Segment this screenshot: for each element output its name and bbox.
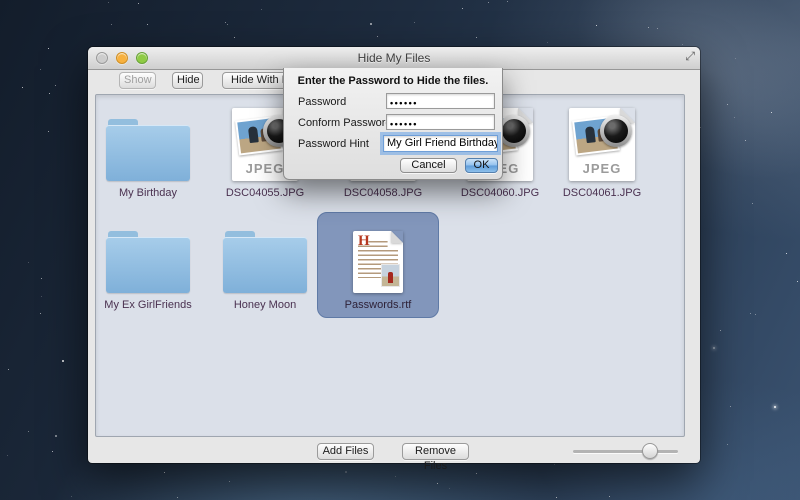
file-name-label: Passwords.rtf xyxy=(345,299,412,312)
conform-password-label: Conform Password xyxy=(298,117,392,129)
show-button[interactable]: Show xyxy=(119,72,156,89)
icon-size-slider-knob[interactable] xyxy=(642,443,658,459)
password-hint-value: My Girl Friend Birthday xyxy=(387,137,498,149)
fullscreen-icon[interactable]: ⤢ xyxy=(685,49,695,64)
password-label: Password xyxy=(298,96,346,108)
remove-files-button[interactable]: Remove Files xyxy=(402,443,469,460)
add-files-button[interactable]: Add Files xyxy=(317,443,374,460)
cancel-button[interactable]: Cancel xyxy=(400,158,457,173)
ok-button[interactable]: OK xyxy=(465,158,498,173)
camera-lens-icon xyxy=(600,115,632,147)
folder-icon xyxy=(223,231,307,293)
file-item[interactable]: JPEG DSC04061.JPG xyxy=(546,108,658,200)
file-name-label: DSC04058.JPG xyxy=(344,187,422,200)
title-bar[interactable]: Hide My Files ⤢ xyxy=(88,47,700,70)
file-name-label: My Birthday xyxy=(119,187,177,200)
sheet-title: Enter the Password to Hide the files. xyxy=(284,75,502,87)
folder-icon xyxy=(106,231,190,293)
folder-icon xyxy=(106,119,190,181)
file-item[interactable]: My Ex GirlFriends xyxy=(92,225,204,312)
file-name-label: DSC04055.JPG xyxy=(226,187,304,200)
jpeg-file-icon: JPEG xyxy=(569,108,635,181)
file-item[interactable]: My Birthday xyxy=(92,108,204,200)
file-name-label: My Ex GirlFriends xyxy=(104,299,191,312)
password-hint-input[interactable]: My Girl Friend Birthday xyxy=(383,135,498,152)
file-name-label: DSC04061.JPG xyxy=(563,187,641,200)
page-fold-icon xyxy=(391,231,403,243)
rtf-file-icon: H xyxy=(353,231,403,293)
icon-size-slider-track[interactable] xyxy=(573,450,678,453)
desktop: Hide My Files ⤢ Show Hide Hide With Pas … xyxy=(0,0,800,500)
password-hint-label: Password Hint xyxy=(298,138,369,150)
file-item[interactable]: Honey Moon xyxy=(209,225,321,312)
password-sheet-dialog: Enter the Password to Hide the files. Pa… xyxy=(283,68,503,180)
hide-button[interactable]: Hide xyxy=(172,72,203,89)
file-name-label: Honey Moon xyxy=(234,299,296,312)
file-name-label: DSC04060.JPG xyxy=(461,187,539,200)
conform-password-input[interactable]: •••••• xyxy=(386,114,495,130)
file-item[interactable]: H Passwords.rtf xyxy=(317,212,439,318)
password-input[interactable]: •••••• xyxy=(386,93,495,109)
window-title: Hide My Files xyxy=(88,51,700,65)
